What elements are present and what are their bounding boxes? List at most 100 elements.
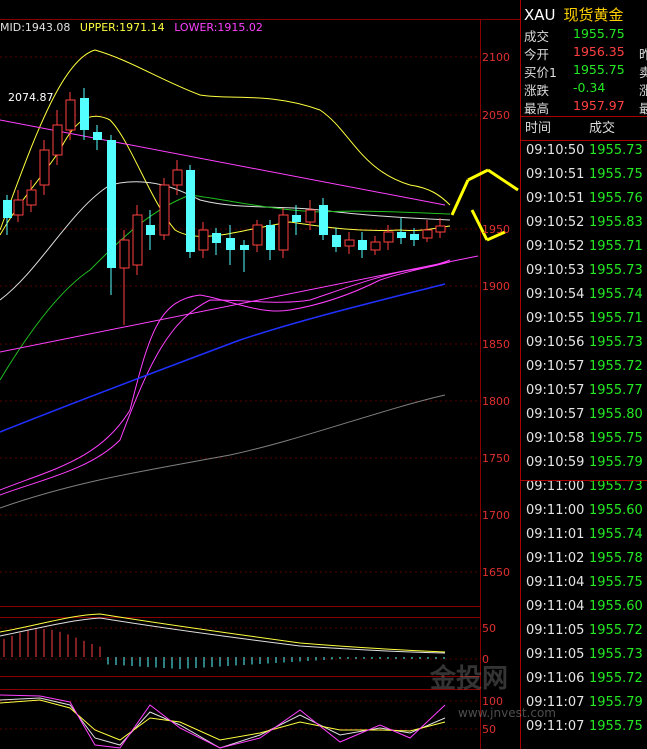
trade-time: 09:10:57 [526, 359, 585, 374]
axis-tick: 2050 [482, 109, 510, 122]
trade-row: 09:10:57 1955.77 [523, 383, 647, 405]
bollinger-upper-line [0, 49, 451, 231]
legend-lower: LOWER:1915.02 [174, 21, 263, 34]
quote-value: 1956.35 [573, 44, 625, 59]
quote-row: 买价1 1955.75 卖 [523, 62, 647, 81]
candle-body [383, 231, 394, 243]
trade-price: 1955.79 [589, 695, 643, 710]
candle-body [305, 209, 316, 223]
trade-row: 09:10:53 1955.73 [523, 263, 647, 285]
candle-body [52, 124, 63, 156]
trade-time: 09:11:04 [526, 599, 585, 614]
trade-row: 09:10:59 1955.79 [523, 455, 647, 477]
trade-price: 1955.71 [589, 311, 643, 326]
trade-row: 09:10:57 1955.72 [523, 359, 647, 381]
trade-row: 09:11:05 1955.73 [523, 647, 647, 669]
quote-label: 涨跌 [524, 83, 550, 98]
candle-body [370, 241, 381, 251]
quote-row: 今开 1956.35 昨 [523, 44, 647, 63]
indicator-legend: MID:1943.08 UPPER:1971.14 LOWER:1915.02 [0, 21, 269, 34]
candle-body [319, 205, 328, 235]
axis-tick: 1850 [482, 338, 510, 351]
trades-header-time: 时间 [525, 121, 552, 136]
trade-row: 09:11:04 1955.75 [523, 575, 647, 597]
price-chart[interactable] [0, 0, 520, 749]
divider [520, 116, 647, 117]
ma-magenta-line [0, 261, 451, 496]
trade-time: 09:11:06 [526, 671, 585, 686]
trendline-upper [0, 119, 446, 206]
trade-row: 09:10:54 1955.74 [523, 287, 647, 309]
candle-body [119, 239, 130, 269]
trade-row: 09:10:51 1955.75 [523, 167, 647, 189]
trendline-lower [0, 255, 479, 353]
trade-row: 09:10:51 1955.76 [523, 191, 647, 213]
trade-time: 09:10:58 [526, 431, 585, 446]
trade-row: 09:11:00 1955.73 [523, 479, 647, 501]
candle-body [93, 132, 102, 140]
axis-tick: 1950 [482, 223, 510, 236]
trade-time: 09:11:05 [526, 647, 585, 662]
ma-green-line [0, 194, 451, 381]
trade-price: 1955.83 [589, 215, 643, 230]
quote-value: 1955.75 [573, 62, 625, 77]
candle-body [132, 214, 143, 266]
trade-time: 09:10:52 [526, 239, 585, 254]
candle-body [159, 184, 170, 236]
quote-title[interactable]: XAU 现货黄金 [524, 4, 624, 25]
trade-price: 1955.73 [589, 647, 643, 662]
candle-body [39, 149, 50, 186]
trade-row: 09:10:50 1955.73 [523, 143, 647, 165]
quote-row: 涨跌 -0.34 涨 [523, 80, 647, 99]
trade-price: 1955.60 [589, 503, 643, 518]
candle-body [146, 225, 155, 235]
quote-value: 1955.75 [573, 26, 625, 41]
divider [520, 140, 647, 141]
candle-body [3, 200, 12, 218]
trade-time: 09:11:02 [526, 551, 585, 566]
peak-price-label: 2074.87 [8, 91, 54, 104]
trade-time: 09:10:53 [526, 263, 585, 278]
instrument-name: 现货黄金 [563, 6, 624, 24]
trade-row: 09:10:52 1955.71 [523, 239, 647, 261]
candle-body [410, 234, 419, 240]
quote-panel: XAU 现货黄金 成交 1955.75 今开 1956.35 昨 买价1 1955… [520, 0, 647, 749]
ma-blue-line [0, 283, 446, 433]
trade-time: 09:11:00 [526, 503, 585, 518]
candle-body [344, 239, 355, 247]
trade-time: 09:10:52 [526, 215, 585, 230]
candle-body [65, 99, 76, 131]
trade-price: 1955.75 [589, 719, 643, 734]
legend-upper: UPPER:1971.14 [79, 21, 165, 34]
candle-body [252, 224, 263, 246]
trade-price: 1955.75 [589, 431, 643, 446]
ma-yellow-line [0, 115, 451, 237]
legend-mid: MID:1943.08 [0, 21, 71, 34]
trade-time: 09:11:07 [526, 719, 585, 734]
candle-body [358, 240, 367, 250]
bollinger-mid-line [0, 181, 451, 301]
candle-body [266, 225, 275, 250]
candle-body [212, 233, 221, 243]
trade-price: 1955.75 [589, 575, 643, 590]
quote-value: -0.34 [573, 80, 606, 95]
macd-dea-line [0, 617, 446, 654]
candle-body [226, 238, 235, 250]
trade-price: 1955.80 [589, 407, 643, 422]
candle-body [278, 214, 289, 251]
annotation-arrows [450, 168, 519, 242]
candle-body [172, 169, 183, 186]
trade-row: 09:10:57 1955.80 [523, 407, 647, 429]
trade-time: 09:10:57 [526, 407, 585, 422]
candle-body [422, 229, 433, 239]
trade-time: 09:10:55 [526, 311, 585, 326]
macd-dif-line [0, 613, 446, 653]
trade-time: 09:10:56 [526, 335, 585, 350]
trade-price: 1955.73 [589, 143, 643, 158]
trade-row: 09:10:52 1955.83 [523, 215, 647, 237]
trade-row: 09:11:05 1955.72 [523, 623, 647, 645]
trade-row: 09:10:56 1955.73 [523, 335, 647, 357]
axis-tick: 1750 [482, 452, 510, 465]
axis-tick: 1900 [482, 280, 510, 293]
candle-body [13, 199, 24, 216]
